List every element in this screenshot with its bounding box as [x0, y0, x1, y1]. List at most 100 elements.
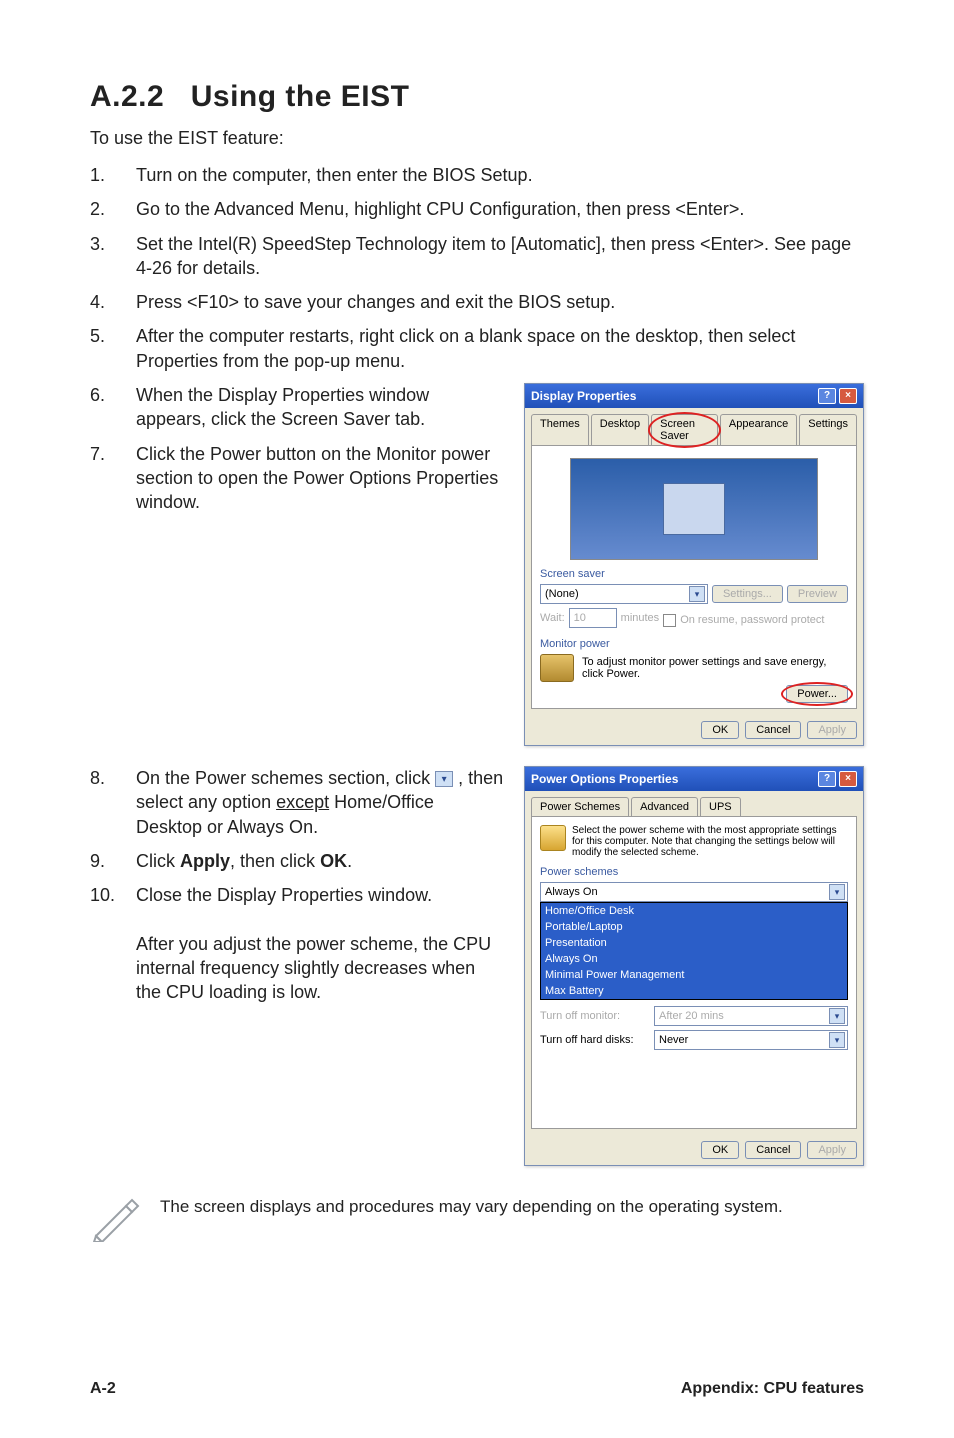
select-value: Always On [545, 886, 598, 898]
dropdown-arrow-icon[interactable]: ▾ [435, 771, 453, 787]
step-text: Go to the Advanced Menu, highlight CPU C… [136, 197, 864, 221]
preview-button[interactable]: Preview [787, 585, 848, 603]
monitor-power-label: Monitor power [540, 638, 848, 650]
list-item: 1. Turn on the computer, then enter the … [90, 163, 864, 187]
select-value: Never [659, 1034, 688, 1046]
dialog-title: Display Properties [531, 389, 636, 403]
screensaver-group-label: Screen saver [540, 568, 848, 580]
tab-themes[interactable]: Themes [531, 414, 589, 445]
step-text: Close the Display Properties window. Aft… [136, 883, 504, 1004]
step-number: 3. [90, 232, 112, 281]
step-number: 6. [90, 383, 112, 432]
text-bold: Apply [180, 851, 230, 871]
step-text: On the Power schemes section, click ▾ , … [136, 766, 504, 839]
step-text: Set the Intel(R) SpeedStep Technology it… [136, 232, 864, 281]
cancel-button[interactable]: Cancel [745, 1141, 801, 1159]
dropdown-option[interactable]: Always On [541, 951, 847, 967]
dialog-buttons: OK Cancel Apply [525, 715, 863, 745]
turn-off-monitor-label: Turn off monitor: [540, 1010, 650, 1022]
tab-ups[interactable]: UPS [700, 797, 741, 816]
wait-label: Wait: [540, 612, 565, 624]
chevron-down-icon: ▾ [829, 1008, 845, 1024]
intro-text: To use the EIST feature: [90, 128, 864, 149]
apply-button[interactable]: Apply [807, 721, 857, 739]
step-number: 2. [90, 197, 112, 221]
step-text: Click Apply, then click OK. [136, 849, 504, 873]
apply-button[interactable]: Apply [807, 1141, 857, 1159]
text-underline: except [276, 792, 329, 812]
section-heading: A.2.2 Using the EIST [90, 80, 864, 114]
title-bar: Power Options Properties ? × [525, 767, 863, 791]
turn-off-monitor-select[interactable]: After 20 mins ▾ [654, 1006, 848, 1026]
power-scheme-dropdown[interactable]: Always On ▾ Home/Office Desk Portable/La… [540, 882, 848, 1000]
page-number: A-2 [90, 1380, 116, 1398]
tab-appearance[interactable]: Appearance [720, 414, 797, 445]
turn-off-hard-disks-label: Turn off hard disks: [540, 1034, 650, 1046]
step-number: 4. [90, 290, 112, 314]
resume-checkbox[interactable] [663, 614, 676, 627]
help-button[interactable]: ? [818, 771, 836, 787]
settings-button[interactable]: Settings... [712, 585, 783, 603]
resume-label: On resume, password protect [680, 614, 824, 626]
close-button[interactable]: × [839, 771, 857, 787]
close-button[interactable]: × [839, 388, 857, 404]
tab-advanced[interactable]: Advanced [631, 797, 698, 816]
page: A.2.2 Using the EIST To use the EIST fea… [0, 0, 954, 1438]
text: , then click [230, 851, 320, 871]
ok-button[interactable]: OK [701, 721, 739, 739]
text: Click [136, 851, 180, 871]
tab-desktop[interactable]: Desktop [591, 414, 649, 445]
cancel-button[interactable]: Cancel [745, 721, 801, 739]
step-number: 7. [90, 442, 112, 515]
tab-strip: Power Schemes Advanced UPS [525, 791, 863, 816]
list-item: 4. Press <F10> to save your changes and … [90, 290, 864, 314]
tab-screen-saver[interactable]: Screen Saver [651, 414, 718, 445]
scheme-description: Select the power scheme with the most ap… [572, 825, 848, 858]
step-text: Click the Power button on the Monitor po… [136, 442, 504, 515]
list-item: 6. When the Display Properties window ap… [90, 383, 504, 432]
text: Close the Display Properties window. [136, 885, 432, 905]
pencil-icon [90, 1196, 140, 1242]
power-button[interactable]: Power... [786, 685, 848, 703]
turn-off-hard-disks-select[interactable]: Never ▾ [654, 1030, 848, 1050]
steps-with-dialog-1: 6. When the Display Properties window ap… [90, 383, 864, 746]
dialog-buttons: OK Cancel Apply [525, 1135, 863, 1165]
steps-list-1: 1. Turn on the computer, then enter the … [90, 163, 864, 373]
dropdown-option[interactable]: Portable/Laptop [541, 919, 847, 935]
dropdown-option[interactable]: Presentation [541, 935, 847, 951]
dropdown-option[interactable]: Max Battery [541, 983, 847, 999]
tab-power-schemes[interactable]: Power Schemes [531, 797, 629, 816]
tab-strip: Themes Desktop Screen Saver Appearance S… [525, 408, 863, 445]
section-number: A.2.2 [90, 80, 164, 113]
footer-title: Appendix: CPU features [681, 1380, 864, 1398]
note: The screen displays and procedures may v… [90, 1196, 864, 1242]
list-item: 10. Close the Display Properties window.… [90, 883, 504, 1004]
list-item: 9. Click Apply, then click OK. [90, 849, 504, 873]
step-number: 10. [90, 883, 112, 1004]
monitor-icon [540, 654, 574, 682]
ok-button[interactable]: OK [701, 1141, 739, 1159]
select-value: After 20 mins [659, 1010, 724, 1022]
step-number: 8. [90, 766, 112, 839]
text: On the Power schemes section, click [136, 768, 435, 788]
wait-min: minutes [621, 612, 660, 624]
page-footer: A-2 Appendix: CPU features [90, 1380, 864, 1398]
dropdown-option[interactable]: Minimal Power Management [541, 967, 847, 983]
step-number: 9. [90, 849, 112, 873]
dropdown-option[interactable]: Home/Office Desk [541, 903, 847, 919]
step-text: Press <F10> to save your changes and exi… [136, 290, 864, 314]
chevron-down-icon: ▾ [829, 884, 845, 900]
text-bold: OK [320, 851, 347, 871]
tab-panel: Select the power scheme with the most ap… [531, 816, 857, 1129]
note-text: The screen displays and procedures may v… [160, 1196, 783, 1219]
help-button[interactable]: ? [818, 388, 836, 404]
step-text: When the Display Properties window appea… [136, 383, 504, 432]
tab-settings[interactable]: Settings [799, 414, 857, 445]
preview-icon [663, 483, 725, 535]
dropdown-list: Home/Office Desk Portable/Laptop Present… [540, 902, 848, 1000]
select-value: (None) [545, 588, 579, 600]
text: After you adjust the power scheme, the C… [136, 934, 491, 1003]
screensaver-select[interactable]: (None) ▾ [540, 584, 708, 604]
monitor-preview [570, 458, 818, 560]
wait-spinner[interactable]: 10 [569, 608, 617, 628]
